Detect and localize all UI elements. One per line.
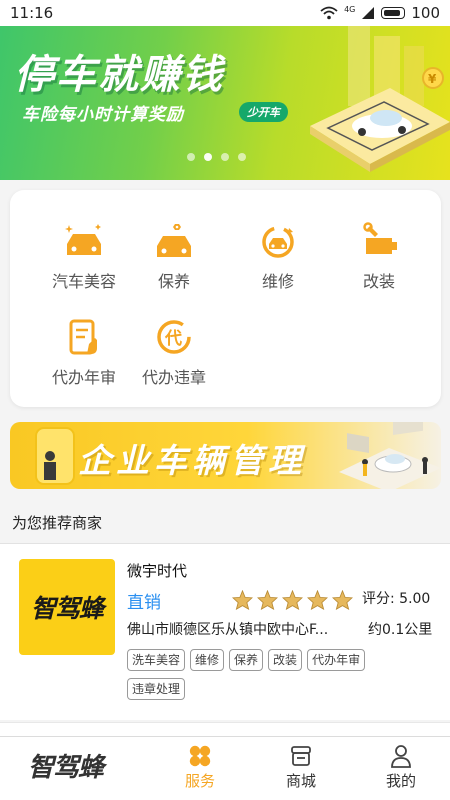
car-maintenance-icon (157, 224, 191, 257)
nav-label: 我的 (385, 772, 416, 790)
banner-subtitle: 车险每小时计算奖励 (22, 105, 184, 125)
user-icon (391, 745, 411, 768)
signal-icon (362, 7, 375, 19)
service-modification[interactable]: 改装 (329, 222, 429, 292)
merchant-distance: 约0.1公里 (368, 622, 433, 638)
bottom-nav: 智驾蜂 服务 商城 我的 (0, 736, 450, 800)
merchant-logo: 智驾蜂 (19, 559, 115, 655)
service-maintenance[interactable]: 保养 (124, 222, 224, 292)
status-bar: 11:16 4G 100 (0, 0, 450, 26)
service-tag: 改装 (268, 649, 303, 671)
carousel-dot[interactable] (238, 153, 246, 161)
star-icon (282, 590, 303, 610)
app-screen: 11:16 4G 100 停车就赚钱 车险每小时计算奖励 少开车 ¥ 汽车美容 … (0, 0, 450, 800)
service-annual-inspection[interactable]: 代办年审 (34, 318, 134, 388)
service-label: 改装 (362, 272, 395, 291)
merchant-address: 佛山市顺德区乐从镇中欧中心F... (127, 622, 329, 638)
battery-level: 100 (411, 4, 440, 22)
carousel-indicator[interactable] (187, 153, 246, 161)
service-label: 维修 (261, 272, 294, 291)
star-icon (232, 590, 253, 610)
enterprise-banner[interactable]: 企业车辆管理 (10, 422, 441, 489)
merchant-logo-text: 智驾蜂 (30, 594, 104, 623)
enterprise-banner-title: 企业车辆管理 (78, 441, 306, 480)
parked-car-illustration: ¥ (310, 26, 450, 172)
star-icon (332, 590, 353, 610)
battery-icon (381, 7, 406, 19)
service-tag: 维修 (190, 649, 225, 671)
service-tag: 保养 (229, 649, 264, 671)
service-label: 保养 (157, 272, 190, 291)
service-tag: 代办年审 (307, 649, 366, 671)
merchant-service-tags: 洗车美容 维修 保养 改装 代办年审 违章处理 (127, 649, 377, 700)
svg-text:¥: ¥ (428, 72, 437, 86)
service-tag: 洗车美容 (127, 649, 186, 671)
recommend-section-title: 为您推荐商家 (12, 514, 103, 532)
service-tag: 违章处理 (127, 678, 186, 700)
car-wash-icon (65, 224, 101, 255)
nav-profile[interactable]: 我的 (361, 744, 441, 791)
services-card: 汽车美容 保养 维修 改装 代办年审 代 代办违章 (10, 190, 441, 407)
enterprise-illustration (35, 427, 75, 485)
service-repair[interactable]: 维修 (228, 222, 328, 292)
service-car-wash[interactable]: 汽车美容 (34, 222, 134, 292)
merchant-name: 微宇时代 (127, 562, 188, 580)
svg-text:代: 代 (164, 328, 182, 349)
enterprise-scene-illustration (339, 422, 441, 489)
modification-icon (363, 222, 397, 254)
banner-pill: 少开车 (239, 102, 288, 122)
service-label: 汽车美容 (51, 272, 116, 291)
services-grid-icon (189, 745, 211, 767)
merchant-rating-stars (232, 590, 353, 610)
carousel-dot[interactable] (204, 153, 212, 161)
star-icon (307, 590, 328, 610)
banner-title: 停车就赚钱 (14, 52, 224, 98)
next-merchant-peek (0, 722, 450, 736)
repair-icon (262, 226, 294, 258)
status-indicators: 4G 100 (320, 4, 440, 22)
star-icon (257, 590, 278, 610)
carousel-dot[interactable] (221, 153, 229, 161)
merchant-score: 评分: 5.00 (362, 591, 431, 607)
violation-icon: 代 (157, 320, 191, 354)
merchant-type-tag: 直销 (127, 593, 161, 613)
status-time: 11:16 (10, 4, 54, 22)
wifi-icon (320, 6, 338, 20)
merchant-item[interactable]: 智驾蜂 微宇时代 直销 评分: 5.00 佛山市顺德区乐从镇中欧中心F... 约… (0, 543, 450, 720)
nav-label: 服务 (184, 772, 215, 790)
annual-inspection-icon (69, 319, 97, 355)
service-label: 代办违章 (141, 368, 206, 387)
service-violation[interactable]: 代 代办违章 (124, 318, 224, 388)
carousel-dot[interactable] (187, 153, 195, 161)
service-label: 代办年审 (51, 368, 116, 387)
nav-services[interactable]: 服务 (160, 744, 240, 791)
store-icon (291, 746, 311, 766)
nav-mall[interactable]: 商城 (261, 744, 341, 791)
promo-banner[interactable]: 停车就赚钱 车险每小时计算奖励 少开车 ¥ (0, 26, 450, 180)
app-logo: 智驾蜂 (28, 753, 104, 783)
nav-label: 商城 (285, 772, 316, 790)
network-type-label: 4G (344, 4, 356, 14)
